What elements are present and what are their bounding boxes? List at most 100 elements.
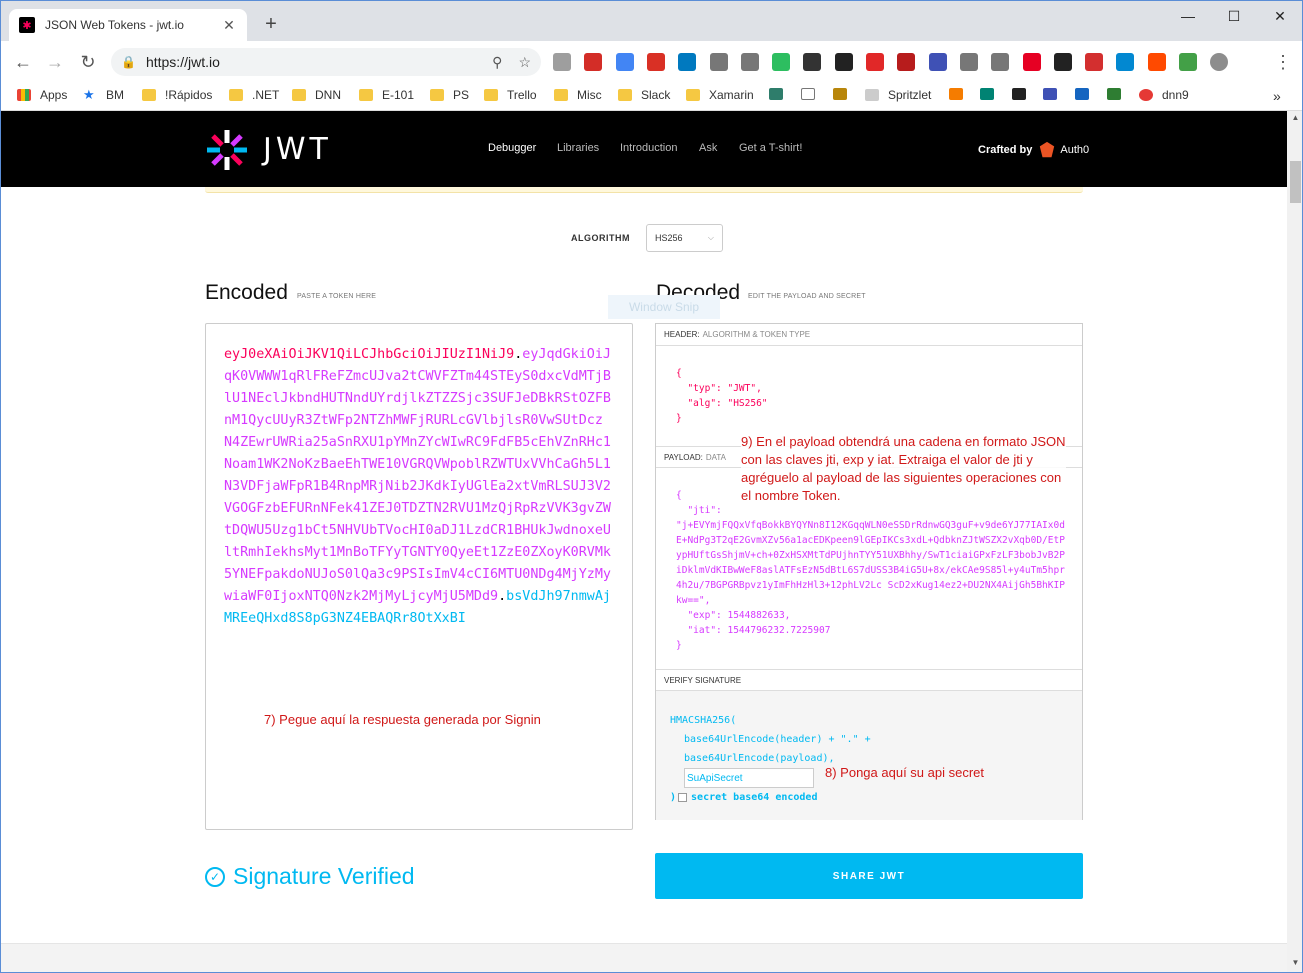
folder-icon <box>484 89 498 101</box>
bookmark-label: DNN <box>315 88 341 102</box>
calendar-icon[interactable] <box>646 53 665 71</box>
bookmark-label: Spritzlet <box>888 88 932 102</box>
at-icon[interactable] <box>1116 53 1135 71</box>
base64-checkbox[interactable] <box>678 792 688 802</box>
more-bookmarks[interactable]: » <box>1273 88 1281 104</box>
bookmark-label: !Rápidos <box>165 88 213 102</box>
code-line: } <box>676 413 682 424</box>
nav-ask[interactable]: Ask <box>699 142 717 154</box>
url-text[interactable]: https://jwt.io <box>146 54 476 70</box>
reader-icon[interactable] <box>553 53 571 71</box>
chevron-down-icon: ⌵ <box>707 233 714 242</box>
cloud-icon[interactable] <box>991 53 1010 71</box>
folder-icon <box>229 89 243 101</box>
page-footer-band <box>1 943 1287 972</box>
algorithm-select[interactable]: HS256 ⌵ <box>646 224 723 252</box>
mask-icon[interactable] <box>803 53 822 71</box>
note-api-secret: 8) Ponga aquí su api secret <box>825 765 984 780</box>
bookmark-page[interactable] <box>801 88 824 100</box>
tab-strip: ✱ JSON Web Tokens - jwt.io ✕ + — ☐ ✕ <box>1 1 1302 41</box>
pinterest-icon[interactable] <box>1022 53 1041 71</box>
nav-tshirt[interactable]: Get a T-shirt! <box>739 142 802 154</box>
bookmark-misc[interactable]: Misc <box>554 88 602 102</box>
bookmark-ps[interactable]: PS <box>430 88 469 102</box>
jwt-favicon-icon: ✱ <box>19 17 35 33</box>
profile-icon[interactable] <box>1210 53 1229 71</box>
colorzilla-icon[interactable] <box>834 53 853 71</box>
code-line: "typ": "JWT", <box>676 383 762 394</box>
bookmark-mic[interactable] <box>1012 88 1035 100</box>
code-line: "jti": <box>676 505 722 516</box>
bookmark-library[interactable] <box>1043 88 1066 100</box>
bookmark-slack[interactable]: Slack <box>618 88 670 102</box>
bookmark-check[interactable] <box>1107 88 1130 100</box>
menu-icon[interactable]: ⋮ <box>1271 50 1295 74</box>
folder-icon <box>618 89 632 101</box>
bookmark-bm[interactable]: ★ BM <box>83 88 124 102</box>
header-json-editor[interactable]: { "typ": "JWT", "alg": "HS256" } <box>656 346 1082 446</box>
bookmark-spritzlet[interactable]: Spritzlet <box>865 88 931 102</box>
code-line: ) <box>670 792 677 803</box>
r-icon[interactable] <box>1179 53 1197 71</box>
bookmark-label: BM <box>106 88 124 102</box>
folder-icon <box>359 89 373 101</box>
bookmark-bing[interactable] <box>980 88 1003 100</box>
trello-icon[interactable] <box>678 53 697 71</box>
bookmark-audio[interactable] <box>833 88 856 100</box>
scrollbar-thumb[interactable] <box>1290 161 1301 203</box>
nav-debugger[interactable]: Debugger <box>488 142 536 154</box>
minimize-button[interactable]: — <box>1165 1 1211 31</box>
bulb-icon[interactable] <box>709 53 728 71</box>
back-icon[interactable]: ← <box>11 50 35 74</box>
bookmark-dnn[interactable]: DNN <box>292 88 341 102</box>
bookmark-star-icon[interactable]: ☆ <box>518 54 531 71</box>
nav-introduction[interactable]: Introduction <box>620 142 677 154</box>
bookmark-rapidos[interactable]: !Rápidos <box>142 88 212 102</box>
code-line: base64UrlEncode(header) + "." + <box>684 734 871 745</box>
download-icon[interactable] <box>740 53 759 71</box>
close-tab-icon[interactable]: ✕ <box>221 17 237 34</box>
chrome-icon[interactable] <box>1053 53 1072 71</box>
bookmark-dotnet[interactable]: .NET <box>229 88 279 102</box>
header-section-title: HEADER: ALGORITHM & TOKEN TYPE <box>656 324 1082 346</box>
evernote-icon[interactable] <box>772 53 791 71</box>
bookmark-trello[interactable]: Trello <box>484 88 537 102</box>
new-tab-button[interactable]: + <box>259 13 283 36</box>
crafted-by-auth0[interactable]: Crafted by Auth0 <box>978 141 1089 159</box>
scroll-down-icon[interactable]: ▼ <box>1287 958 1302 972</box>
flipboard-icon[interactable] <box>866 53 884 71</box>
library-icon <box>1043 88 1057 100</box>
address-bar[interactable]: 🔒 https://jwt.io ⚲ ☆ <box>111 48 541 76</box>
close-window-button[interactable]: ✕ <box>1257 1 1302 31</box>
lock-icon: 🔒 <box>121 55 136 69</box>
bookmark-label: Xamarin <box>709 88 754 102</box>
encoded-token-editor[interactable]: eyJ0eXAiOiJKV1QiLCJhbGciOiJIUzI1NiJ9.eyJ… <box>205 323 633 830</box>
scroll-up-icon[interactable]: ▲ <box>1287 113 1302 127</box>
lastpass-icon[interactable] <box>584 53 603 71</box>
bookmark-xamarin[interactable]: Xamarin <box>686 88 754 102</box>
maximize-button[interactable]: ☐ <box>1211 1 1257 31</box>
page-scrollbar[interactable]: ▲ ▼ <box>1287 111 1302 972</box>
bookmark-buffer[interactable] <box>1075 88 1098 100</box>
bing-icon <box>980 88 994 100</box>
zoom-icon[interactable]: ⚲ <box>492 54 502 71</box>
translate-icon[interactable] <box>615 53 634 71</box>
bookmark-dnn9[interactable]: dnn9 <box>1139 88 1189 102</box>
bookmark-apps[interactable]: Apps <box>17 88 67 102</box>
bookmark-site-1[interactable] <box>769 88 792 100</box>
speaker-icon[interactable] <box>897 53 916 71</box>
bookmark-site-2[interactable] <box>949 88 972 100</box>
zapier-icon[interactable] <box>1147 53 1166 71</box>
nav-libraries[interactable]: Libraries <box>557 142 599 154</box>
algorithm-selector: ALGORITHM HS256 ⌵ <box>571 224 723 252</box>
forward-icon[interactable]: → <box>43 50 67 74</box>
jwt-logo-text[interactable]: JWT <box>263 132 332 167</box>
pen-icon[interactable] <box>959 53 978 71</box>
search-ext-icon[interactable] <box>928 53 947 71</box>
browser-tab[interactable]: ✱ JSON Web Tokens - jwt.io ✕ <box>9 9 247 41</box>
secret-input[interactable] <box>684 768 814 788</box>
share-jwt-button[interactable]: SHARE JWT <box>655 853 1083 899</box>
clock-icon[interactable] <box>1085 53 1104 71</box>
reload-icon[interactable]: ↻ <box>76 50 100 74</box>
bookmark-e101[interactable]: E-101 <box>359 88 414 102</box>
